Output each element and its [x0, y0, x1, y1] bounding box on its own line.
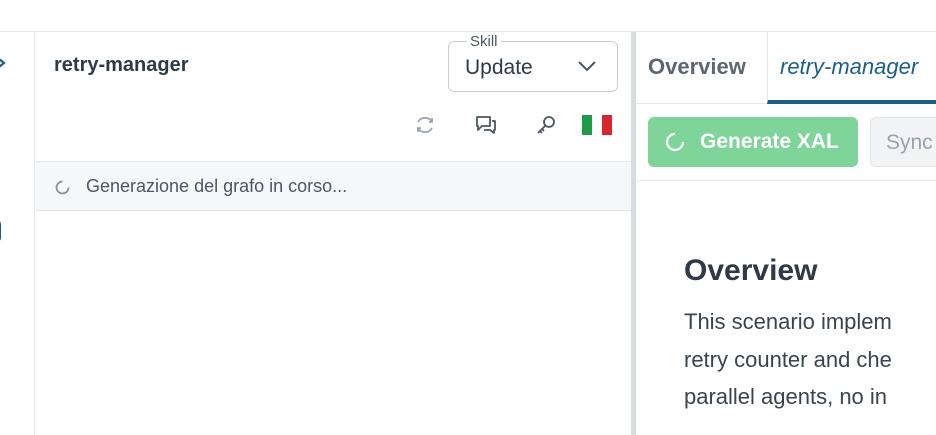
refresh-icon[interactable] [413, 114, 437, 136]
sync-label: Sync [886, 131, 933, 154]
help-icon[interactable] [0, 385, 10, 411]
spinner-icon [55, 180, 70, 195]
overview-heading: Overview [684, 254, 818, 287]
panel-title: retry-manager [54, 54, 189, 76]
chat-icon[interactable] [474, 114, 498, 136]
action-bar: Generate XAL Sync [636, 105, 936, 181]
details-panel: Overview retry-manager Generate XAL Sync… [636, 32, 936, 435]
flag-white-stripe [592, 115, 602, 135]
skill-select-value: Update [465, 56, 533, 79]
chevron-down-icon [578, 61, 596, 72]
spinner-icon [665, 132, 685, 152]
overview-text-line: parallel agents, no in [684, 384, 888, 409]
collapse-icon[interactable] [0, 50, 10, 76]
generate-xal-label: Generate XAL [700, 130, 839, 153]
skill-select-label: Skill [467, 33, 501, 50]
key-icon[interactable] [534, 114, 558, 136]
left-icon-rail [0, 32, 35, 435]
tab-overview[interactable]: Overview [648, 32, 746, 104]
device-icon[interactable] [0, 218, 10, 244]
flag-red-stripe [602, 115, 612, 135]
overview-text-line: This scenario implem [684, 309, 892, 334]
skill-select[interactable]: Skill Update [448, 33, 618, 92]
sync-button[interactable]: Sync [870, 117, 936, 167]
status-text: Generazione del grafo in corso... [86, 176, 348, 196]
tab-retry-manager[interactable]: retry-manager [767, 32, 936, 104]
status-bar: Generazione del grafo in corso... [36, 161, 631, 211]
top-bar [0, 0, 936, 32]
generate-xal-button[interactable]: Generate XAL [648, 117, 858, 167]
overview-text-line: retry counter and che [684, 347, 892, 372]
globe-icon[interactable] [0, 302, 10, 328]
italian-flag-icon[interactable] [582, 115, 612, 135]
graph-panel: retry-manager Skill Update Generazione d… [36, 32, 631, 435]
tab-bar: Overview retry-manager [636, 32, 936, 104]
grid-icon[interactable] [0, 137, 10, 163]
flag-green-stripe [582, 115, 592, 135]
